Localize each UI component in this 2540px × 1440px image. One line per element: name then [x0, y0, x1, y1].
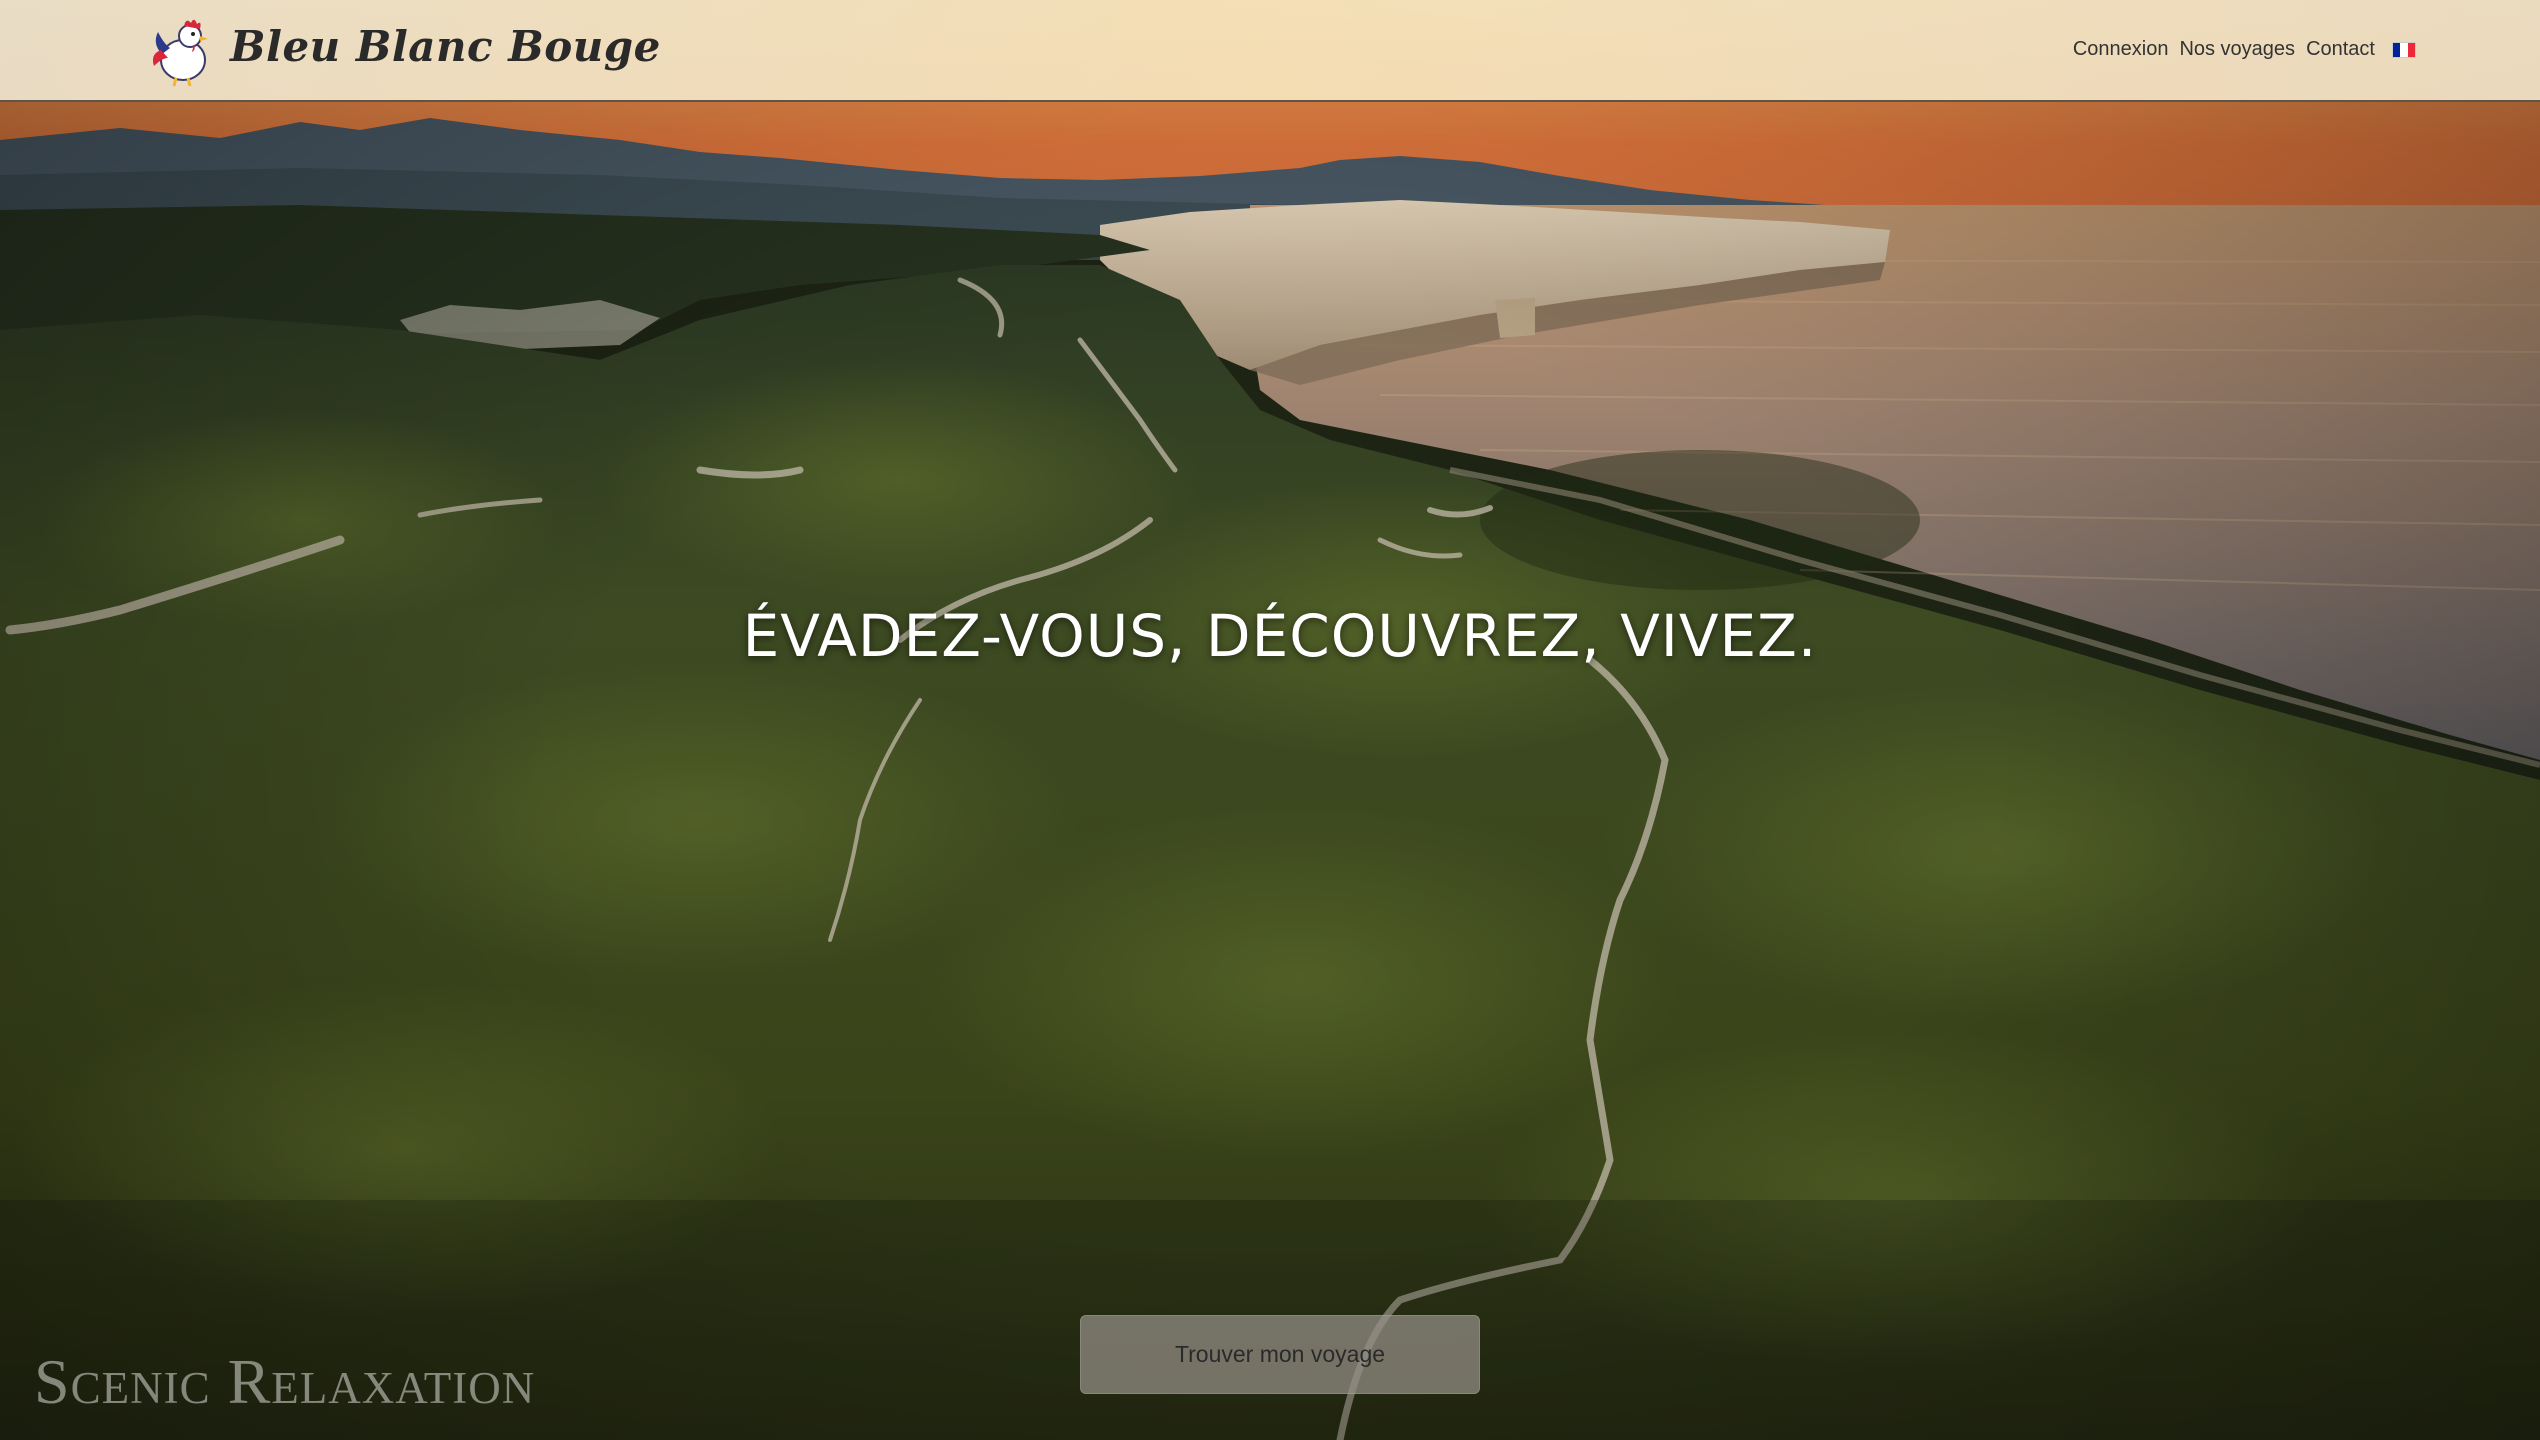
site-header: Bleu Blanc Bouge Connexion Nos voyages C…	[0, 0, 2540, 102]
rooster-logo-icon[interactable]	[148, 14, 218, 88]
video-watermark: Scenic Relaxation	[34, 1346, 536, 1417]
nav-nos-voyages[interactable]: Nos voyages	[2179, 38, 2295, 61]
hero-vignette	[0, 0, 2540, 1440]
brand-name[interactable]: Bleu Blanc Bouge	[230, 22, 661, 71]
hero-background	[0, 0, 2540, 1440]
nav-contact[interactable]: Contact	[2306, 38, 2375, 61]
hero-headline: ÉVADEZ-VOUS, DÉCOUVREZ, VIVEZ.	[742, 602, 1818, 670]
french-flag-icon[interactable]	[2392, 41, 2416, 58]
nav-connexion[interactable]: Connexion	[2073, 38, 2169, 61]
find-trip-button[interactable]: Trouver mon voyage	[1080, 1315, 1480, 1394]
main-nav: Connexion Nos voyages Contact	[2073, 38, 2416, 61]
